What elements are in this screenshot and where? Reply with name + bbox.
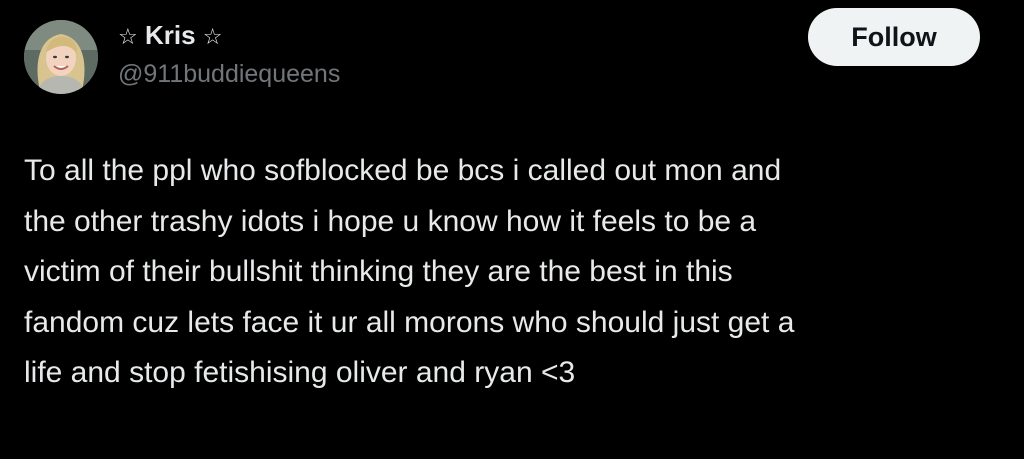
follow-button[interactable]: Follow xyxy=(808,8,980,66)
avatar[interactable] xyxy=(24,20,98,94)
star-right-icon: ☆ xyxy=(202,24,223,49)
tweet-text-line: fandom cuz lets face it ur all morons wh… xyxy=(24,305,795,339)
tweet-text-line: victim of their bullshit thinking they a… xyxy=(24,255,733,288)
avatar-photo-icon xyxy=(24,20,98,94)
tweet-card: ☆ Kris ☆ @911buddiequeens Follow To all … xyxy=(0,0,1024,459)
author-name: Kris xyxy=(144,20,196,50)
tweet-text: To all the ppl who sofblocked be bcs i c… xyxy=(24,146,999,399)
display-name[interactable]: ☆ Kris ☆ xyxy=(118,18,223,54)
tweet-text-line: life and stop fetishising oliver and rya… xyxy=(24,356,576,389)
star-left-icon: ☆ xyxy=(118,24,138,49)
tweet-text-line: the other trashy idots i hope u know how… xyxy=(24,204,757,238)
author-handle[interactable]: @911buddiequeens xyxy=(118,58,340,90)
tweet-text-line: To all the ppl who sofblocked be bcs i c… xyxy=(24,154,782,187)
